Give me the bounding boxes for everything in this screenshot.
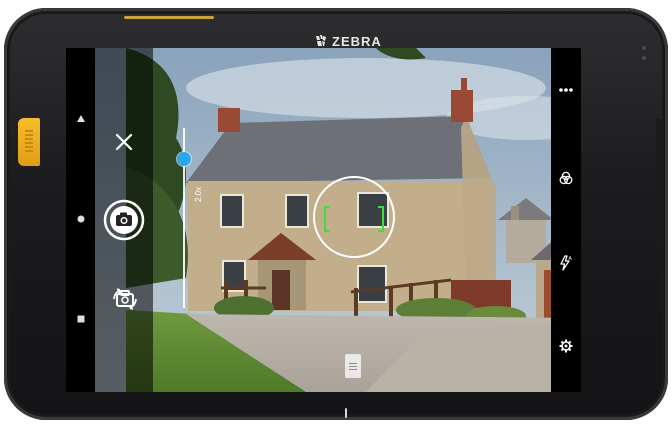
camera-shutter-icon: [103, 199, 145, 241]
more-options-button[interactable]: [558, 84, 574, 96]
flash-button[interactable]: A: [558, 254, 574, 272]
close-icon: [115, 133, 133, 151]
color-filter-icon: [559, 171, 573, 185]
zoom-level-label: 2.0x: [194, 186, 203, 202]
camera-controls-right: A: [551, 48, 581, 392]
more-options-icon: [559, 88, 573, 92]
flash-auto-icon: A: [560, 255, 573, 271]
zoom-slider-knob[interactable]: [177, 152, 191, 166]
zebra-head-icon: [316, 35, 326, 46]
circle-home-icon: [77, 215, 85, 223]
brand-text: ZEBRA: [332, 33, 382, 49]
mode-swipe-handle[interactable]: [345, 354, 361, 378]
switch-camera-button[interactable]: [110, 284, 140, 314]
focus-bracket-right: [378, 206, 384, 232]
scan-trigger-button[interactable]: [18, 118, 40, 166]
shutter-button[interactable]: [103, 199, 145, 241]
settings-gear-icon: [559, 339, 573, 353]
square-recents-icon: [77, 315, 85, 323]
system-navigation-bar: [66, 48, 95, 392]
close-camera-button[interactable]: [112, 130, 136, 154]
sensor-dot: [642, 56, 646, 60]
top-trim: [124, 16, 214, 19]
triangle-back-icon: [77, 115, 85, 122]
focus-bracket-left: [324, 206, 330, 232]
nav-back-button[interactable]: [74, 112, 88, 126]
nav-recents-button[interactable]: [74, 312, 88, 326]
svg-text:A: A: [569, 256, 573, 262]
sensor-dot: [642, 46, 646, 50]
color-filter-button[interactable]: [558, 170, 574, 186]
switch-camera-icon: [113, 288, 137, 310]
volume-button[interactable]: [656, 118, 664, 208]
home-indicator: [345, 408, 347, 418]
camera-settings-button[interactable]: [558, 338, 574, 354]
camera-screen: 2.0x A: [66, 48, 581, 392]
nav-home-button[interactable]: [74, 212, 88, 226]
